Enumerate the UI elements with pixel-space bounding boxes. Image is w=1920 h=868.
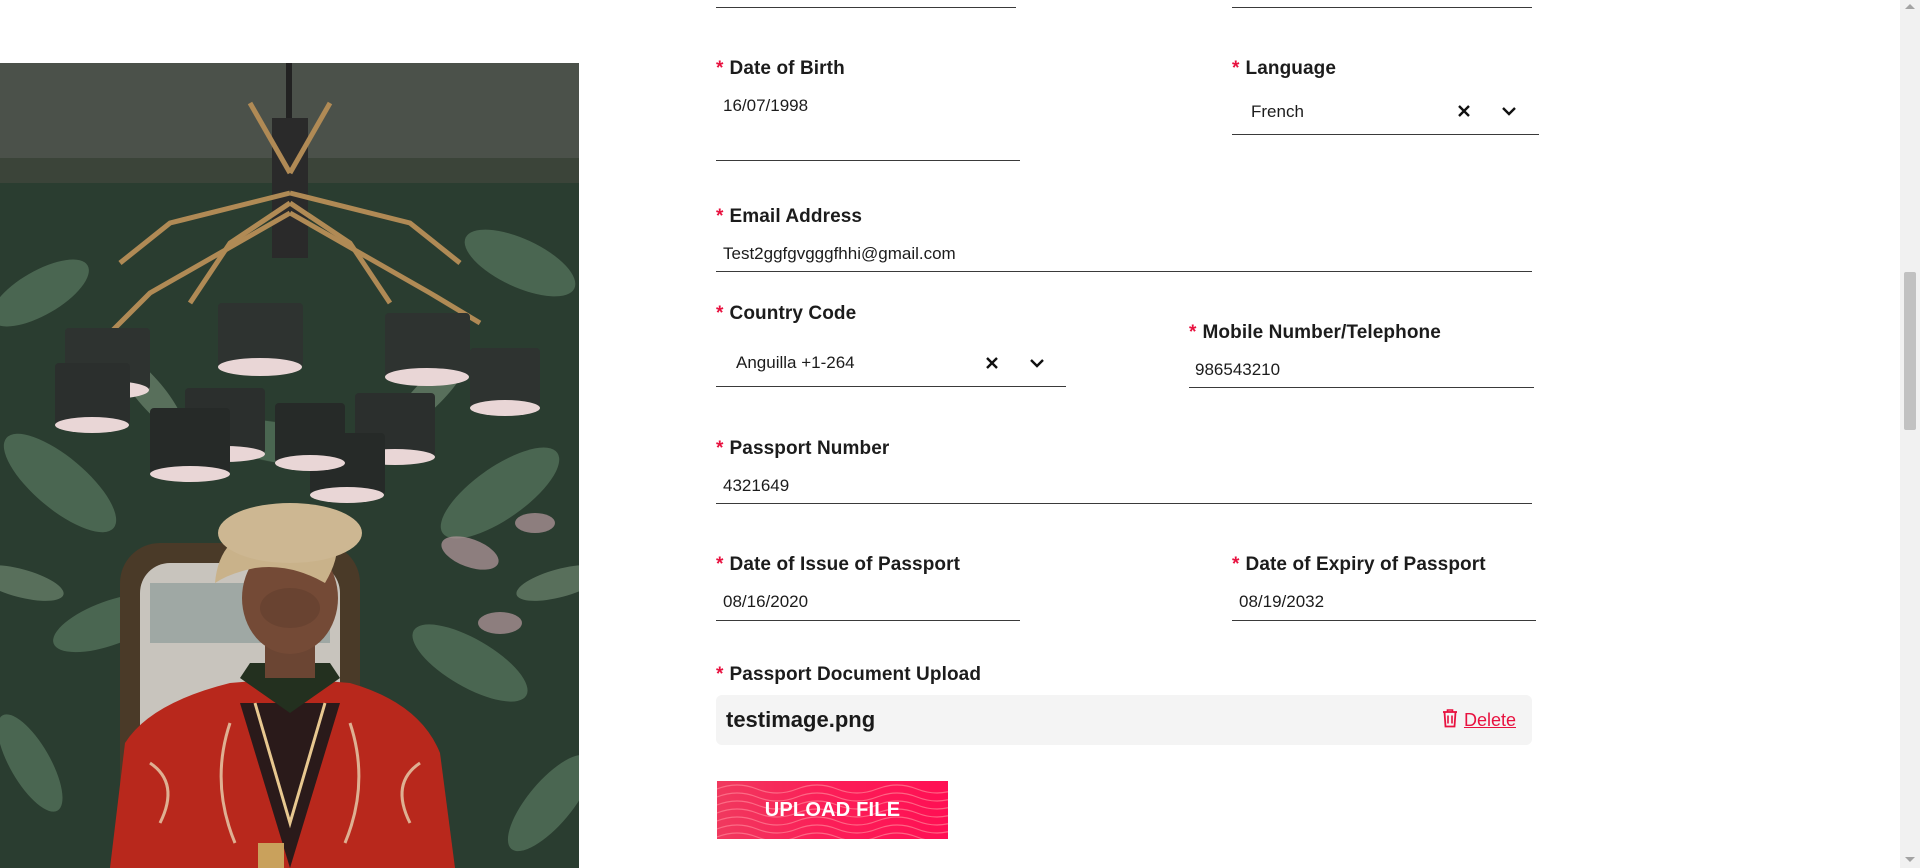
upload-file-button[interactable]: UPLOAD FILE xyxy=(717,781,948,839)
chevron-down-icon[interactable] xyxy=(1026,352,1048,374)
close-icon[interactable] xyxy=(1453,100,1475,122)
issue-date-underline xyxy=(716,620,1020,621)
passport-upload-label: * Passport Document Upload xyxy=(716,664,982,685)
expiry-date-label: * Date of Expiry of Passport xyxy=(1232,554,1486,575)
close-icon[interactable] xyxy=(981,352,1003,374)
delete-label: Delete xyxy=(1463,710,1516,730)
scroll-down-arrow[interactable] xyxy=(1905,857,1915,862)
country-code-select[interactable]: Anguilla +1-264 xyxy=(736,353,855,373)
dob-underline xyxy=(716,160,1020,161)
scroll-up-arrow[interactable] xyxy=(1905,4,1915,9)
dob-input[interactable]: 16/07/1998 xyxy=(723,96,808,116)
language-underline xyxy=(1232,134,1539,135)
page-scrollbar[interactable] xyxy=(1900,0,1920,868)
language-label: * Language xyxy=(1232,58,1337,79)
issue-date-label: * Date of Issue of Passport xyxy=(716,554,961,575)
upload-file-label: UPLOAD FILE xyxy=(764,798,901,821)
expiry-date-underline xyxy=(1232,620,1536,621)
email-underline xyxy=(716,271,1532,272)
expiry-date-input[interactable]: 08/19/2032 xyxy=(1239,592,1324,612)
country-code-label: * Country Code xyxy=(716,303,857,324)
passport-number-input[interactable]: 4321649 xyxy=(723,476,789,496)
mobile-label: * Mobile Number/Telephone xyxy=(1189,322,1441,343)
mobile-input[interactable]: 986543210 xyxy=(1195,360,1280,380)
uploaded-file-name: testimage.png xyxy=(726,707,876,732)
chevron-down-icon[interactable] xyxy=(1498,100,1520,122)
uploaded-file-box: testimage.png Delete xyxy=(716,695,1532,745)
mobile-underline xyxy=(1189,387,1534,388)
country-code-underline xyxy=(716,386,1066,387)
trash-icon xyxy=(1442,708,1458,733)
hero-photo xyxy=(0,63,579,868)
passport-number-label: * Passport Number xyxy=(716,438,890,459)
delete-file-button[interactable]: Delete xyxy=(1442,708,1516,733)
prev-field-underline-left xyxy=(716,7,1016,8)
dob-label: * Date of Birth xyxy=(716,58,845,79)
email-label: * Email Address xyxy=(716,206,863,227)
prev-field-underline-right xyxy=(1232,7,1532,8)
issue-date-input[interactable]: 08/16/2020 xyxy=(723,592,808,612)
scroll-thumb[interactable] xyxy=(1904,272,1916,430)
passport-number-underline xyxy=(716,503,1532,504)
language-select[interactable]: French xyxy=(1251,102,1304,122)
email-input[interactable]: Test2ggfgvgggfhhi@gmail.com xyxy=(723,244,956,264)
